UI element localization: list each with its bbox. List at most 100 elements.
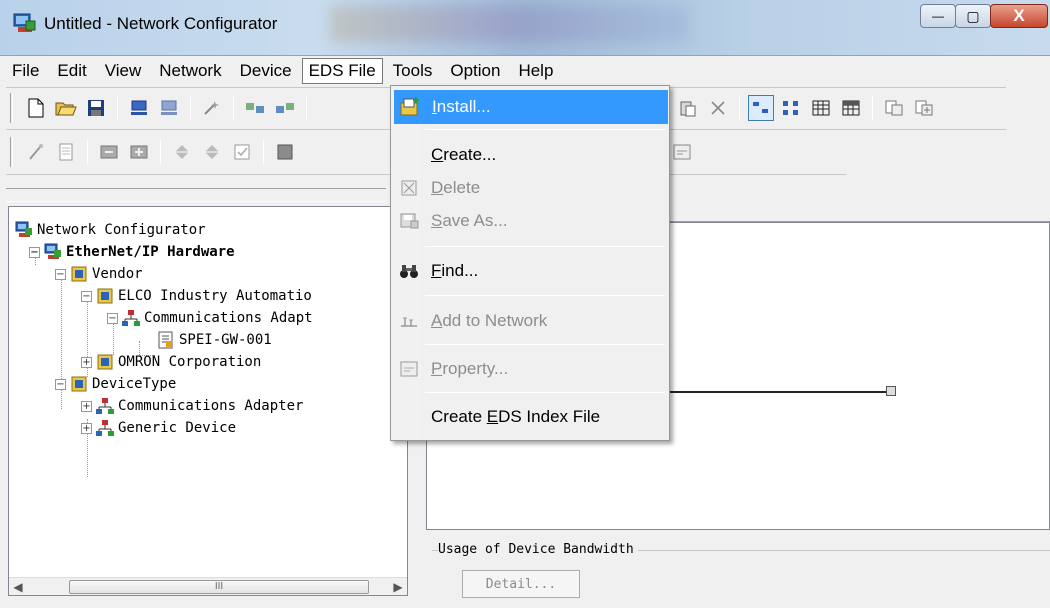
monitor-button[interactable] bbox=[53, 139, 79, 165]
tree-horizontal-scrollbar[interactable]: ◀ III ▶ bbox=[9, 577, 407, 595]
expand-icon[interactable]: + bbox=[81, 422, 92, 434]
device-upload-button[interactable] bbox=[96, 139, 122, 165]
tree-node-spei-gw-001[interactable]: SPEI-GW-001 bbox=[157, 329, 272, 351]
menu-view[interactable]: View bbox=[97, 58, 150, 84]
menu-help[interactable]: Help bbox=[510, 58, 561, 84]
verify-down-button[interactable] bbox=[199, 139, 225, 165]
collapse-icon[interactable]: − bbox=[107, 312, 118, 324]
menu-item-install[interactable]: Install... bbox=[394, 90, 668, 124]
tree-node-dt-comm-adapter[interactable]: + Communications Adapter bbox=[81, 395, 303, 417]
menu-item-create[interactable]: Create... bbox=[393, 138, 667, 172]
add-to-network-icon bbox=[397, 311, 421, 331]
check-button[interactable] bbox=[229, 139, 255, 165]
download-button[interactable] bbox=[272, 95, 298, 121]
menu-item-save-as[interactable]: Save As... bbox=[393, 204, 667, 238]
online-button[interactable] bbox=[23, 139, 49, 165]
device-download-button[interactable] bbox=[126, 139, 152, 165]
menu-option[interactable]: Option bbox=[442, 58, 508, 84]
expand-icon[interactable]: + bbox=[81, 356, 92, 368]
tree-node-label: OMRON Corporation bbox=[118, 354, 262, 370]
close-button[interactable]: X bbox=[990, 4, 1048, 28]
list-view-button[interactable] bbox=[808, 95, 834, 121]
toolbar-separator bbox=[263, 140, 264, 164]
toolbar-separator bbox=[233, 96, 234, 120]
menu-item-property[interactable]: Property... bbox=[393, 352, 667, 386]
connect-button[interactable] bbox=[126, 95, 152, 121]
zoom-in-button[interactable] bbox=[911, 95, 937, 121]
window-title: Untitled - Network Configurator bbox=[44, 14, 278, 33]
verify-up-button[interactable] bbox=[169, 139, 195, 165]
property-toolbar-icon bbox=[673, 144, 691, 160]
expand-icon[interactable]: + bbox=[81, 400, 92, 412]
vendor-folder-icon bbox=[71, 376, 87, 392]
menu-item-label: Property... bbox=[431, 359, 509, 378]
large-icons-button[interactable] bbox=[748, 95, 774, 121]
toolbar-grip[interactable] bbox=[10, 93, 13, 123]
details-view-button[interactable] bbox=[838, 95, 864, 121]
maximize-icon: ▢ bbox=[966, 7, 980, 24]
tree-node-label: Communications Adapt bbox=[144, 310, 313, 326]
delete-icon bbox=[397, 178, 421, 198]
monitor-connect-icon bbox=[131, 100, 147, 115]
open-file-button[interactable] bbox=[53, 95, 79, 121]
details-view-icon bbox=[842, 100, 860, 116]
maximize-button[interactable]: ▢ bbox=[955, 4, 991, 28]
menu-eds-file[interactable]: EDS File bbox=[301, 58, 383, 84]
tree-node-vendor[interactable]: − Vendor bbox=[55, 263, 143, 285]
upload-button[interactable] bbox=[242, 95, 268, 121]
menu-item-delete[interactable]: Delete bbox=[393, 171, 667, 205]
collapse-icon[interactable]: − bbox=[29, 246, 40, 258]
tree-node-elco[interactable]: − ELCO Industry Automatio bbox=[81, 285, 312, 307]
tree-node-omron[interactable]: + OMRON Corporation bbox=[81, 351, 261, 373]
diamond-up-icon bbox=[175, 145, 189, 159]
menu-edit[interactable]: Edit bbox=[49, 58, 94, 84]
upload-icon bbox=[246, 103, 264, 113]
tree-node-label: DeviceType bbox=[92, 376, 177, 392]
delete-button[interactable] bbox=[705, 95, 731, 121]
scroll-right-icon[interactable]: ▶ bbox=[389, 580, 407, 594]
device-property-button[interactable] bbox=[272, 139, 298, 165]
menu-network[interactable]: Network bbox=[151, 58, 229, 84]
scroll-left-icon[interactable]: ◀ bbox=[9, 580, 27, 594]
eds-device-icon bbox=[158, 331, 173, 349]
menu-separator bbox=[425, 129, 665, 130]
save-button[interactable] bbox=[83, 95, 109, 121]
tree-node-ethernet-ip[interactable]: − EtherNet/IP Hardware bbox=[29, 241, 235, 263]
disconnect-button[interactable] bbox=[156, 95, 182, 121]
tree-node-device-type[interactable]: − DeviceType bbox=[55, 373, 176, 395]
tree-node-label: EtherNet/IP Hardware bbox=[66, 244, 235, 260]
menu-separator bbox=[425, 392, 665, 393]
tree-node-label: Communications Adapter bbox=[118, 398, 304, 414]
new-file-button[interactable] bbox=[23, 95, 49, 121]
collapse-icon[interactable]: − bbox=[81, 290, 92, 302]
detail-button[interactable]: Detail... bbox=[462, 570, 580, 598]
scrollbar-thumb[interactable]: III bbox=[69, 580, 369, 594]
small-icons-button[interactable] bbox=[778, 95, 804, 121]
toolbar-grip[interactable] bbox=[10, 137, 13, 167]
menu-device[interactable]: Device bbox=[232, 58, 300, 84]
menu-file[interactable]: File bbox=[4, 58, 47, 84]
zoom-window-plus-icon bbox=[915, 100, 933, 116]
minimize-button[interactable]: — bbox=[920, 4, 956, 28]
collapse-icon[interactable]: − bbox=[55, 378, 66, 390]
network-terminator-icon[interactable] bbox=[886, 386, 896, 396]
vendor-folder-icon bbox=[71, 266, 87, 282]
menu-item-create-eds-index[interactable]: Create EDS Index File bbox=[393, 400, 667, 434]
toolbar-separator bbox=[872, 96, 873, 120]
zoom-out-button[interactable] bbox=[881, 95, 907, 121]
parameter-button[interactable] bbox=[199, 95, 225, 121]
menu-item-add-to-network[interactable]: Add to Network bbox=[393, 304, 667, 338]
property-button[interactable] bbox=[669, 139, 695, 165]
tree-node-comm-adapter-elco[interactable]: − Communications Adapt bbox=[107, 307, 313, 329]
paste-button[interactable] bbox=[675, 95, 701, 121]
tree-node-dt-generic[interactable]: + Generic Device bbox=[81, 417, 236, 439]
network-adapter-icon bbox=[96, 398, 114, 414]
toolbar-separator bbox=[190, 96, 191, 120]
menu-tools[interactable]: Tools bbox=[385, 58, 441, 84]
tree-node-label: Network Configurator bbox=[37, 222, 206, 238]
binoculars-icon bbox=[397, 261, 421, 281]
tree-node-root[interactable]: Network Configurator bbox=[15, 219, 206, 241]
menu-item-find[interactable]: Find... bbox=[393, 254, 667, 288]
menu-bar: File Edit View Network Device EDS File T… bbox=[0, 56, 1050, 86]
collapse-icon[interactable]: − bbox=[55, 268, 66, 280]
